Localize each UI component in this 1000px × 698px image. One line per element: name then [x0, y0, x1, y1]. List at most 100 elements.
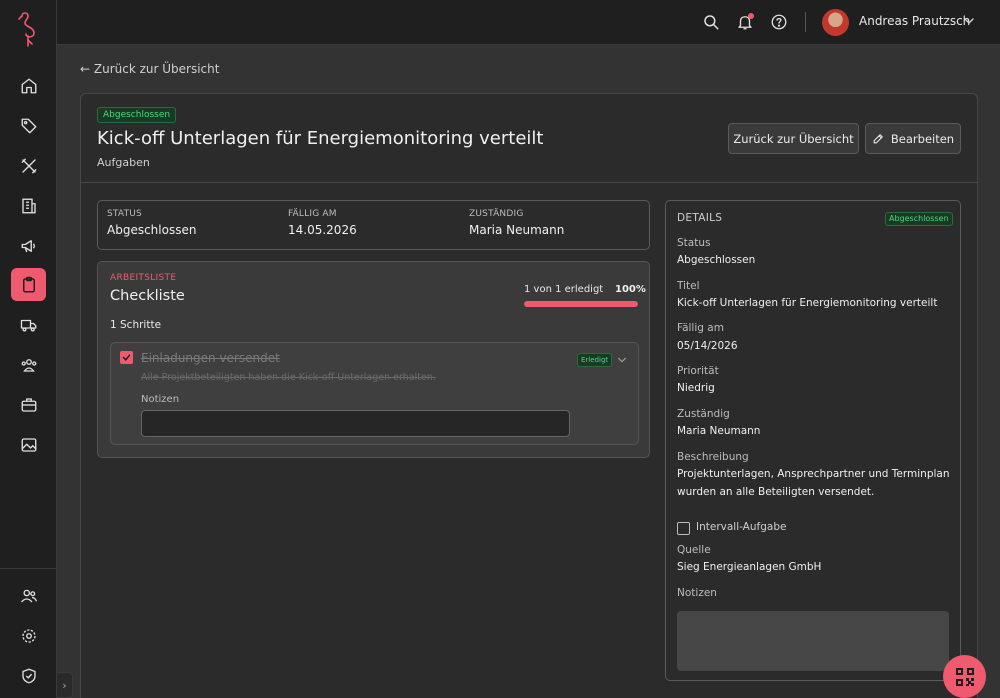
- checklist-progress-fill: [524, 301, 638, 307]
- notifications-button[interactable]: [735, 12, 755, 32]
- sidebar-item-jobs[interactable]: [11, 388, 46, 421]
- users-icon: [20, 589, 37, 602]
- details-status-badge: Abgeschlossen: [885, 212, 953, 226]
- checklist-title: Checkliste: [110, 288, 185, 304]
- edit-icon: [873, 134, 883, 144]
- checklist-kicker: ARBEITSLISTE: [110, 273, 177, 283]
- summary-due-value: 14.05.2026: [288, 223, 357, 237]
- step-checkbox[interactable]: [120, 351, 133, 364]
- interval-task-checkbox[interactable]: [677, 522, 690, 535]
- checklist-progress-percent: 100%: [615, 284, 646, 295]
- status-badge: Abgeschlossen: [97, 107, 177, 123]
- step-status-badge: Erledigt: [577, 353, 613, 367]
- sidebar-item-contacts[interactable]: [11, 348, 46, 381]
- sidebar-item-users[interactable]: [11, 579, 46, 612]
- back-to-overview-link[interactable]: ← Zurück zur Übersicht: [80, 62, 219, 76]
- edit-button-label: Bearbeiten: [890, 131, 955, 146]
- help-button[interactable]: [769, 12, 789, 32]
- edit-button[interactable]: Bearbeiten: [865, 123, 961, 154]
- interval-task-label[interactable]: Intervall-Aufgabe: [696, 521, 786, 533]
- detail-title-value: Kick-off Unterlagen für Energiemonitorin…: [677, 297, 938, 309]
- megaphone-icon: [21, 239, 35, 252]
- building-icon: [21, 198, 36, 213]
- detail-source-value: Sieg Energieanlagen GmbH: [677, 561, 822, 573]
- sidebar-item-tools[interactable]: [11, 149, 46, 182]
- check-icon: [122, 354, 131, 361]
- detail-due-value: 05/14/2026: [677, 340, 738, 352]
- detail-title-label: Titel: [677, 280, 700, 292]
- sidebar-collapse-button[interactable]: ›: [57, 672, 73, 698]
- details-title: DETAILS: [677, 212, 723, 224]
- tag-icon: [21, 118, 36, 133]
- page-title: Kick-off Unterlagen für Energiemonitorin…: [97, 128, 544, 149]
- detail-assignee-label: Zuständig: [677, 408, 730, 420]
- detail-description-value: Projektunterlagen, Ansprechpartner und T…: [677, 468, 950, 498]
- qr-code-button[interactable]: [943, 655, 986, 698]
- sidebar: [0, 0, 57, 698]
- clipboard-icon: [22, 276, 35, 292]
- sidebar-item-security[interactable]: [11, 659, 46, 692]
- notification-dot: [748, 13, 754, 19]
- checklist-panel: ARBEITSLISTE Checkliste 1 von 1 erledigt…: [97, 261, 650, 458]
- user-name[interactable]: Andreas Prautzsch: [859, 14, 970, 28]
- sidebar-item-tags[interactable]: [11, 109, 46, 142]
- sidebar-item-campaigns[interactable]: [11, 229, 46, 262]
- detail-description-label: Beschreibung: [677, 451, 749, 463]
- chevron-down-icon[interactable]: [963, 15, 975, 27]
- sidebar-item-tasks[interactable]: [11, 268, 46, 301]
- sidebar-item-settings[interactable]: [11, 619, 46, 652]
- header-divider: [81, 182, 977, 183]
- details-panel: DETAILS Abgeschlossen Status Abgeschloss…: [665, 200, 961, 681]
- qr-code-icon: [955, 667, 974, 686]
- topbar-separator: [805, 12, 806, 32]
- summary-assignee: ZUSTÄNDIG Maria Neumann: [469, 209, 564, 237]
- page-subtitle: Aufgaben: [97, 156, 150, 169]
- list-item[interactable]: Einladungen versendet Alle Projektbeteil…: [110, 342, 639, 445]
- summary-status-label: STATUS: [107, 209, 142, 219]
- briefcase-icon: [21, 397, 36, 412]
- detail-priority-value: Niedrig: [677, 382, 715, 394]
- home-icon: [21, 78, 36, 93]
- shield-check-icon: [21, 668, 36, 683]
- summary-due: FÄLLIG AM 14.05.2026: [288, 209, 357, 237]
- summary-due-label: FÄLLIG AM: [288, 209, 337, 219]
- flamingo-logo[interactable]: [14, 10, 42, 48]
- detail-due-label: Fällig am: [677, 322, 724, 334]
- tools-icon: [21, 158, 36, 173]
- step-notes-label: Notizen: [141, 394, 180, 405]
- summary-assignee-value: Maria Neumann: [469, 223, 565, 237]
- detail-notes-field[interactable]: [677, 611, 949, 671]
- gear-icon: [21, 628, 36, 643]
- truck-icon: [20, 319, 36, 332]
- summary-assignee-label: ZUSTÄNDIG: [469, 209, 524, 219]
- detail-status-label: Status: [677, 237, 711, 249]
- people-icon: [21, 358, 36, 372]
- detail-priority-label: Priorität: [677, 365, 719, 377]
- search-icon: [704, 15, 719, 30]
- task-detail-card: Abgeschlossen Kick-off Unterlagen für En…: [80, 93, 978, 698]
- topbar: Andreas Prautzsch: [57, 0, 1000, 45]
- sidebar-item-buildings[interactable]: [11, 189, 46, 222]
- sidebar-item-home[interactable]: [11, 69, 46, 102]
- summary-status: STATUS Abgeschlossen: [107, 209, 196, 237]
- help-icon: [771, 14, 787, 30]
- chevron-down-icon[interactable]: [617, 355, 627, 365]
- avatar[interactable]: [822, 9, 849, 36]
- summary-status-value: Abgeschlossen: [107, 223, 197, 237]
- sidebar-divider: [0, 568, 57, 569]
- checklist-step-count: 1 Schritte: [110, 319, 162, 331]
- step-description: Alle Projektbeteiligten haben die Kick-o…: [141, 372, 436, 383]
- detail-assignee-value: Maria Neumann: [677, 425, 761, 437]
- detail-notes-label: Notizen: [677, 587, 717, 599]
- back-to-overview-button[interactable]: Zurück zur Übersicht: [728, 123, 859, 154]
- checklist-progress-text: 1 von 1 erledigt: [524, 284, 604, 295]
- sidebar-item-gallery[interactable]: [11, 428, 46, 461]
- back-button-label: Zurück zur Übersicht: [733, 131, 854, 146]
- task-summary: STATUS Abgeschlossen FÄLLIG AM 14.05.202…: [97, 200, 650, 250]
- checklist-progress-bar: [524, 301, 638, 307]
- step-title: Einladungen versendet: [141, 351, 280, 365]
- step-notes-input[interactable]: [141, 410, 570, 437]
- image-icon: [21, 437, 36, 452]
- search-button[interactable]: [701, 12, 721, 32]
- sidebar-item-delivery[interactable]: [11, 308, 46, 341]
